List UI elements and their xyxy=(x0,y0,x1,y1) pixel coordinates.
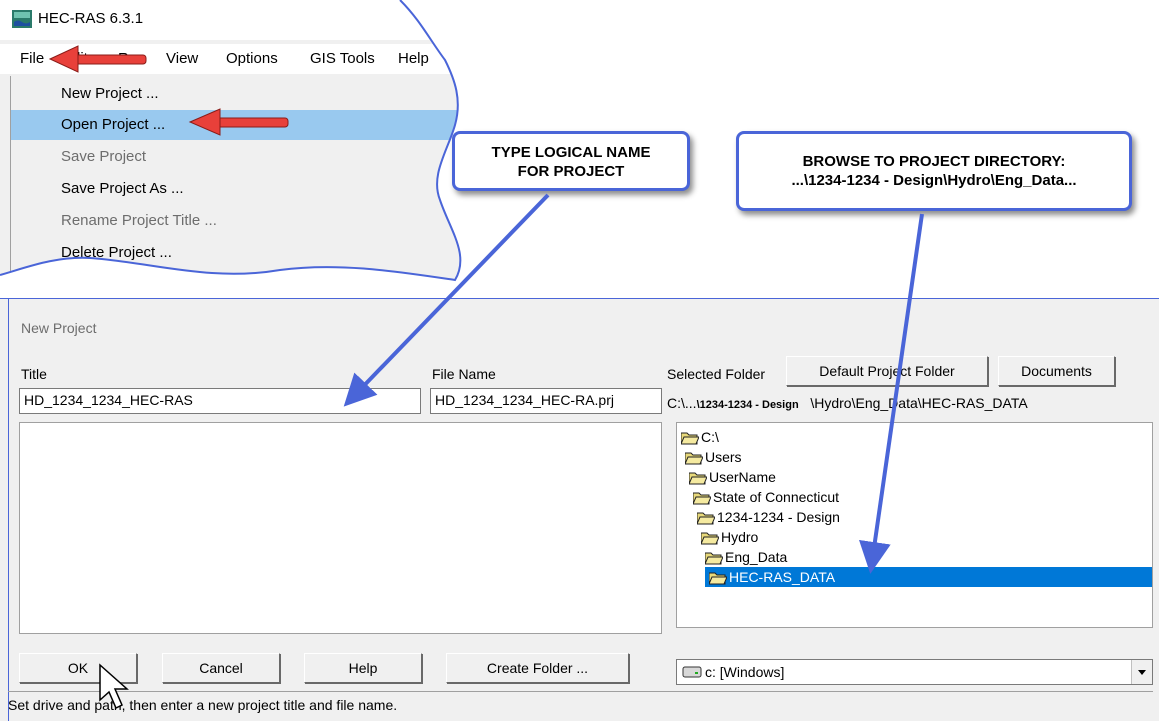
callout-logical-name: TYPE LOGICAL NAME FOR PROJECT xyxy=(452,131,690,191)
tree-item-state-of-connecticut[interactable]: State of Connecticut xyxy=(693,487,839,507)
open-folder-icon xyxy=(681,432,699,445)
help-button[interactable]: Help xyxy=(304,653,422,683)
title-label: Title xyxy=(21,366,47,382)
hard-drive-icon xyxy=(682,666,702,678)
tree-item-hydro[interactable]: Hydro xyxy=(701,527,758,547)
selected-folder-label: Selected Folder xyxy=(667,366,766,382)
selected-folder-path: C:\...\1234-1234 - Design \Hydro\Eng_Dat… xyxy=(667,395,1028,411)
folder-tree[interactable]: C:\ Users UserName State of Connecticut … xyxy=(676,422,1153,628)
chevron-down-icon[interactable] xyxy=(1131,660,1152,684)
open-folder-icon xyxy=(685,452,703,465)
tree-item-users[interactable]: Users xyxy=(685,447,742,467)
tree-item-hec-ras-data[interactable]: HEC-RAS_DATA xyxy=(705,567,1152,587)
project-list[interactable] xyxy=(19,422,662,634)
open-folder-icon xyxy=(689,472,707,485)
ok-button[interactable]: OK xyxy=(19,653,137,683)
torn-edge-outline xyxy=(0,0,462,282)
new-project-dialog: New Project Title HD_1234_1234_HEC-RAS F… xyxy=(0,298,1159,721)
open-folder-icon xyxy=(705,552,723,565)
file-name-label: File Name xyxy=(432,366,496,382)
callout-browse-directory: BROWSE TO PROJECT DIRECTORY: ...\1234-12… xyxy=(736,131,1132,211)
title-input[interactable]: HD_1234_1234_HEC-RAS xyxy=(19,388,421,414)
open-folder-icon xyxy=(709,572,727,585)
default-project-folder-button[interactable]: Default Project Folder xyxy=(786,356,988,386)
open-folder-icon xyxy=(697,512,715,525)
file-name-input[interactable]: HD_1234_1234_HEC-RA.prj xyxy=(430,388,662,414)
tree-item-eng-data[interactable]: Eng_Data xyxy=(705,547,787,567)
status-bar: Set drive and path, then enter a new pro… xyxy=(8,691,1153,718)
dialog-title: New Project xyxy=(21,320,97,336)
tree-item-c[interactable]: C:\ xyxy=(681,427,719,447)
open-folder-icon xyxy=(701,532,719,545)
drive-select[interactable]: c: [Windows] xyxy=(676,659,1153,685)
open-folder-icon xyxy=(693,492,711,505)
tree-item-design[interactable]: 1234-1234 - Design xyxy=(697,507,840,527)
cancel-button[interactable]: Cancel xyxy=(162,653,280,683)
create-folder-button[interactable]: Create Folder ... xyxy=(446,653,629,683)
hec-ras-main-window: HEC-RAS 6.3.1 File Edit Run View Options… xyxy=(0,0,470,290)
documents-button[interactable]: Documents xyxy=(998,356,1115,386)
tree-item-username[interactable]: UserName xyxy=(689,467,776,487)
